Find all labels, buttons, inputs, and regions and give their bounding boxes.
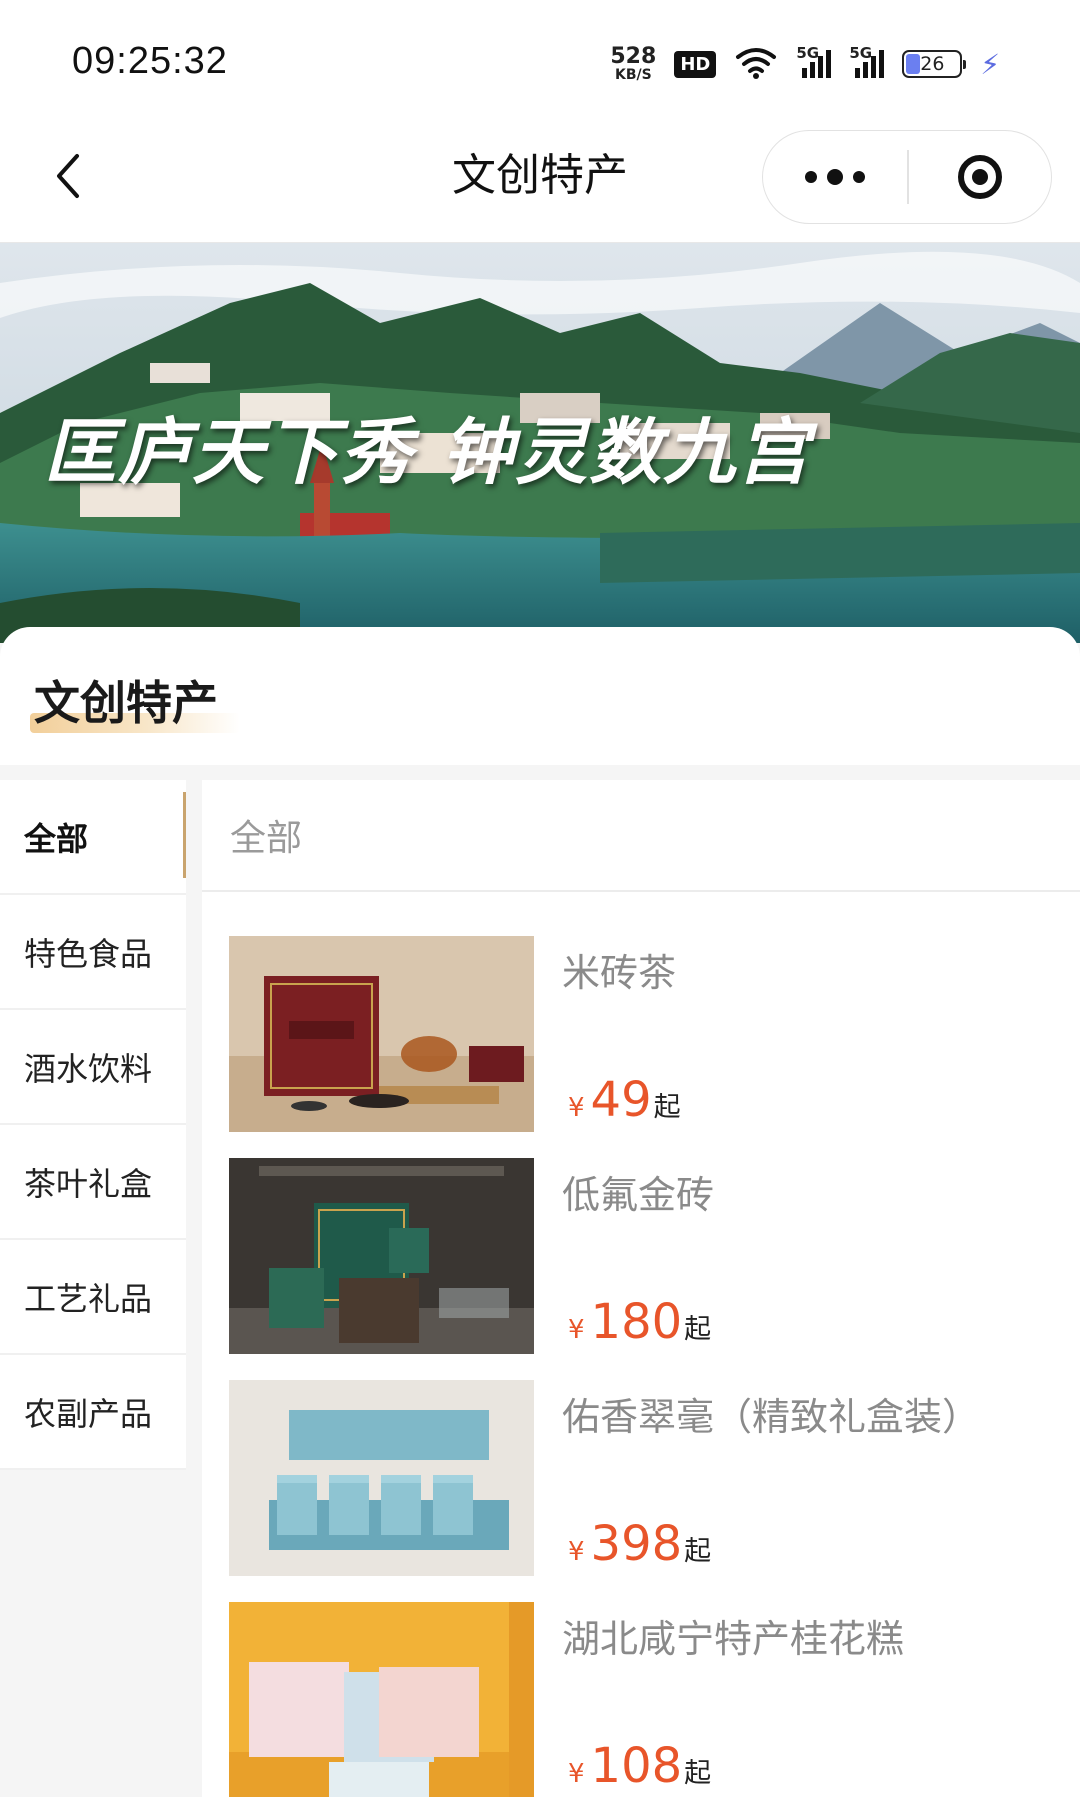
status-icons: 528 KB/S HD 5G 5G 26 ⚡ — [610, 44, 1000, 84]
product-name: 湖北咸宁特产桂花糕 — [562, 1617, 905, 1661]
product-price: ¥ 180 起 — [568, 1298, 711, 1346]
category-item-drinks[interactable]: 酒水饮料 — [0, 1010, 186, 1125]
battery-percent: 26 — [920, 53, 945, 75]
signal-icon: 5G — [849, 44, 885, 78]
price-value: 49 — [590, 1072, 652, 1128]
nav-bar: 文创特产 — [0, 110, 1080, 243]
category-label: 酒水饮料 — [24, 1049, 153, 1088]
product-list: 米砖茶 ¥ 49 起 低氟金砖 ¥ 180 起 佑香翠毫（精致礼盒装） ¥ 39… — [202, 892, 1080, 1797]
product-image — [229, 1380, 534, 1576]
product-card[interactable]: 米砖茶 ¥ 49 起 — [229, 936, 1080, 1158]
banner-slogan: 匡庐天下秀 钟灵数九宫 — [44, 409, 812, 494]
product-image — [229, 936, 534, 1132]
category-item-tea-gift-box[interactable]: 茶叶礼盒 — [0, 1125, 186, 1240]
signal-icon: 5G — [796, 44, 832, 78]
price-value: 180 — [590, 1294, 683, 1350]
hd-badge: HD — [674, 50, 717, 78]
back-button[interactable] — [40, 148, 96, 204]
section-header: 文创特产 — [0, 627, 1080, 765]
battery-level — [906, 54, 920, 74]
category-label: 全部 — [24, 819, 89, 858]
more-dots-icon — [827, 169, 843, 185]
category-item-farm-products[interactable]: 农副产品 — [0, 1355, 186, 1470]
price-suffix: 起 — [684, 1536, 712, 1567]
price-value: 108 — [590, 1738, 683, 1794]
category-item-specialty-food[interactable]: 特色食品 — [0, 895, 186, 1010]
category-label: 工艺礼品 — [24, 1279, 153, 1318]
category-sidebar: 全部 特色食品 酒水饮料 茶叶礼盒 工艺礼品 农副产品 — [0, 780, 186, 1470]
wifi-icon — [734, 45, 778, 83]
status-time: 09:25:32 — [72, 40, 228, 82]
price-currency: ¥ — [568, 1315, 585, 1345]
network-speed-unit: KB/S — [614, 67, 652, 83]
price-suffix: 起 — [653, 1092, 681, 1123]
product-price: ¥ 49 起 — [568, 1076, 681, 1124]
product-price: ¥ 108 起 — [568, 1742, 711, 1790]
product-card[interactable]: 低氟金砖 ¥ 180 起 — [229, 1158, 1080, 1380]
product-name: 佑香翠毫（精致礼盒装） — [562, 1395, 981, 1439]
category-label: 农副产品 — [24, 1394, 153, 1433]
product-card[interactable]: 湖北咸宁特产桂花糕 ¥ 108 起 — [229, 1602, 1080, 1797]
battery-icon: 26 — [902, 50, 967, 78]
category-label: 特色食品 — [24, 934, 153, 973]
product-price: ¥ 398 起 — [568, 1520, 711, 1568]
price-currency: ¥ — [568, 1093, 585, 1123]
back-arrow-icon — [57, 154, 79, 198]
product-image — [229, 1158, 534, 1354]
section-title: 文创特产 — [34, 676, 218, 730]
product-image — [229, 1602, 534, 1797]
price-currency: ¥ — [568, 1759, 585, 1789]
price-suffix: 起 — [684, 1758, 712, 1789]
close-target-icon — [957, 155, 1002, 199]
more-dots-icon — [853, 171, 865, 183]
signal-label: 5G — [796, 44, 820, 62]
category-label: 茶叶礼盒 — [24, 1164, 153, 1203]
mini-program-capsule — [762, 130, 1052, 224]
close-button[interactable] — [909, 131, 1052, 223]
price-suffix: 起 — [684, 1314, 712, 1345]
banner-image[interactable]: 匡庐天下秀 钟灵数九宫 — [0, 243, 1080, 643]
more-button[interactable] — [763, 131, 907, 223]
more-dots-icon — [805, 171, 817, 183]
network-speed: 528 KB/S — [610, 44, 657, 83]
charging-bolt-icon: ⚡ — [980, 47, 1000, 81]
network-speed-value: 528 — [610, 44, 657, 69]
category-item-crafts[interactable]: 工艺礼品 — [0, 1240, 186, 1355]
product-card[interactable]: 佑香翠毫（精致礼盒装） ¥ 398 起 — [229, 1380, 1080, 1602]
price-currency: ¥ — [568, 1537, 585, 1567]
signal-label: 5G — [849, 44, 873, 62]
price-value: 398 — [590, 1516, 683, 1572]
product-name: 低氟金砖 — [562, 1173, 715, 1217]
content-header: 全部 — [202, 780, 1080, 892]
category-item-all[interactable]: 全部 — [0, 780, 186, 895]
status-bar: 09:25:32 528 KB/S HD 5G 5G 26 ⚡ — [0, 0, 1080, 110]
product-name: 米砖茶 — [562, 951, 677, 995]
product-panel: 全部 米砖茶 ¥ 49 起 低氟金砖 ¥ 180 起 佑香翠毫（精致礼盒装） ¥… — [202, 780, 1080, 1797]
